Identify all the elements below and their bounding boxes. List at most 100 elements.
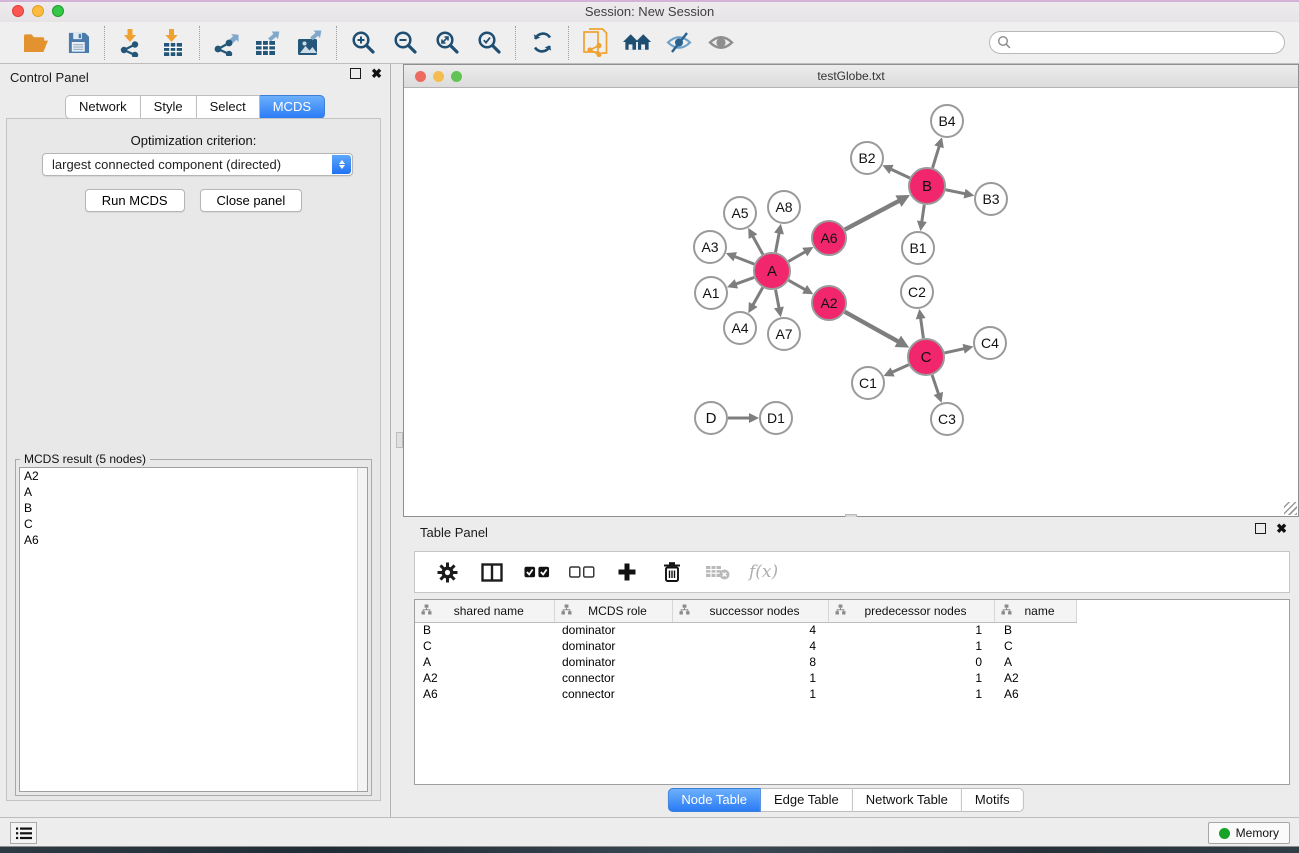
table-row[interactable]: A2connector11A2 xyxy=(415,670,1076,686)
cell[interactable]: 8 xyxy=(672,654,828,670)
table-row[interactable]: Cdominator41C xyxy=(415,638,1076,654)
tab-network[interactable]: Network xyxy=(65,95,141,119)
column-header-predecessor-nodes[interactable]: predecessor nodes xyxy=(828,600,994,622)
tab-style[interactable]: Style xyxy=(141,95,197,119)
cell[interactable]: 4 xyxy=(672,622,828,638)
edge-A-A5[interactable] xyxy=(753,236,763,255)
network-window-titlebar[interactable]: testGlobe.txt xyxy=(404,65,1298,88)
import-table-from-file-icon[interactable] xyxy=(158,28,188,58)
cell[interactable]: A6 xyxy=(994,686,1076,702)
import-network-from-file-icon[interactable] xyxy=(116,28,146,58)
edge-A6-B[interactable] xyxy=(845,201,900,230)
edge-B-B4[interactable] xyxy=(933,146,940,168)
column-header-shared-name[interactable]: shared name xyxy=(415,600,554,622)
cell[interactable]: 1 xyxy=(672,686,828,702)
cell[interactable]: A xyxy=(415,654,554,670)
export-network-icon[interactable] xyxy=(211,28,241,58)
table-row[interactable]: A6connector11A6 xyxy=(415,686,1076,702)
float-panel-icon[interactable] xyxy=(350,68,361,79)
cell[interactable]: A xyxy=(994,654,1076,670)
delete-table-icon[interactable] xyxy=(704,559,730,585)
column-header-successor-nodes[interactable]: successor nodes xyxy=(672,600,828,622)
result-item[interactable]: A6 xyxy=(20,532,367,548)
zoom-selected-region-icon[interactable] xyxy=(474,28,504,58)
add-column-icon[interactable] xyxy=(614,559,640,585)
table-settings-icon[interactable] xyxy=(434,559,460,585)
cell[interactable]: B xyxy=(415,622,554,638)
float-table-panel-icon[interactable] xyxy=(1255,523,1266,534)
cell[interactable]: A2 xyxy=(994,670,1076,686)
edge-A2-C[interactable] xyxy=(845,312,899,342)
save-session-icon[interactable] xyxy=(63,28,93,58)
tab-select[interactable]: Select xyxy=(197,95,260,119)
network-canvas[interactable]: AA1A2A3A4A5A6A7A8BB1B2B3B4CC1C2C3C4DD1 xyxy=(404,88,1298,516)
select-all-columns-icon[interactable] xyxy=(524,559,550,585)
column-header-MCDS-role[interactable]: MCDS role xyxy=(554,600,672,622)
cell[interactable]: dominator xyxy=(554,622,672,638)
cell[interactable]: 1 xyxy=(828,670,994,686)
tab-motifs[interactable]: Motifs xyxy=(962,788,1024,812)
tab-edge-table[interactable]: Edge Table xyxy=(761,788,853,812)
zoom-out-icon[interactable] xyxy=(390,28,420,58)
edge-C-C1[interactable] xyxy=(892,365,909,373)
zoom-in-icon[interactable] xyxy=(348,28,378,58)
result-list-scrollbar[interactable] xyxy=(357,468,367,791)
mcds-result-list[interactable]: A2ABCA6 xyxy=(19,467,368,792)
edge-A-A3[interactable] xyxy=(734,256,754,264)
result-item[interactable]: A2 xyxy=(20,468,367,484)
result-item[interactable]: C xyxy=(20,516,367,532)
session-home-icon[interactable] xyxy=(622,28,652,58)
birds-eye-view-icon[interactable] xyxy=(706,28,736,58)
cell[interactable]: dominator xyxy=(554,638,672,654)
node-table[interactable]: shared nameMCDS rolesuccessor nodesprede… xyxy=(414,599,1290,785)
cell[interactable]: 1 xyxy=(672,670,828,686)
tab-node-table[interactable]: Node Table xyxy=(667,788,761,812)
result-item[interactable]: A xyxy=(20,484,367,500)
edge-C-C2[interactable] xyxy=(921,318,924,338)
column-header-name[interactable]: name xyxy=(994,600,1076,622)
open-file-icon[interactable] xyxy=(21,28,51,58)
edge-B-B2[interactable] xyxy=(891,169,910,178)
cell[interactable]: 1 xyxy=(828,622,994,638)
task-history-button[interactable] xyxy=(10,822,37,844)
cell[interactable]: B xyxy=(994,622,1076,638)
network-canvas-svg[interactable]: AA1A2A3A4A5A6A7A8BB1B2B3B4CC1C2C3C4DD1 xyxy=(404,88,1298,516)
new-network-from-selection-icon[interactable] xyxy=(580,28,610,58)
run-mcds-button[interactable]: Run MCDS xyxy=(85,189,185,212)
tab-mcds[interactable]: MCDS xyxy=(260,95,325,119)
edge-A-A6[interactable] xyxy=(788,252,805,262)
close-panel-button[interactable]: Close panel xyxy=(200,189,303,212)
function-builder-icon[interactable]: f(x) xyxy=(749,562,778,582)
edge-A-A4[interactable] xyxy=(753,288,763,306)
edge-A-A1[interactable] xyxy=(735,277,754,284)
zoom-fit-content-icon[interactable] xyxy=(432,28,462,58)
cell[interactable]: dominator xyxy=(554,654,672,670)
optimization-criterion-select[interactable]: largest connected component (directed) xyxy=(42,153,353,176)
tab-network-table[interactable]: Network Table xyxy=(853,788,962,812)
edge-C-C3[interactable] xyxy=(932,375,939,394)
delete-columns-icon[interactable] xyxy=(659,559,685,585)
search-input[interactable] xyxy=(989,31,1285,54)
result-item[interactable]: B xyxy=(20,500,367,516)
table-row[interactable]: Adominator80A xyxy=(415,654,1076,670)
cell[interactable]: 4 xyxy=(672,638,828,654)
cell[interactable]: 1 xyxy=(828,638,994,654)
edge-A-A8[interactable] xyxy=(776,233,780,253)
show-columns-icon[interactable] xyxy=(479,559,505,585)
splitter-handle-left[interactable] xyxy=(396,432,403,448)
cell[interactable]: C xyxy=(415,638,554,654)
cell[interactable]: connector xyxy=(554,686,672,702)
cell[interactable]: 0 xyxy=(828,654,994,670)
close-panel-icon[interactable]: ✖ xyxy=(371,68,382,79)
cell[interactable]: connector xyxy=(554,670,672,686)
table-row[interactable]: Bdominator41B xyxy=(415,622,1076,638)
edge-B-B3[interactable] xyxy=(946,190,966,194)
edge-B-B1[interactable] xyxy=(922,205,925,222)
edge-C-C4[interactable] xyxy=(945,349,965,353)
cell[interactable]: C xyxy=(994,638,1076,654)
edge-A-A2[interactable] xyxy=(789,280,806,289)
edge-A-A7[interactable] xyxy=(776,290,780,309)
cell[interactable]: A6 xyxy=(415,686,554,702)
unselect-all-columns-icon[interactable] xyxy=(569,559,595,585)
export-table-icon[interactable] xyxy=(253,28,283,58)
